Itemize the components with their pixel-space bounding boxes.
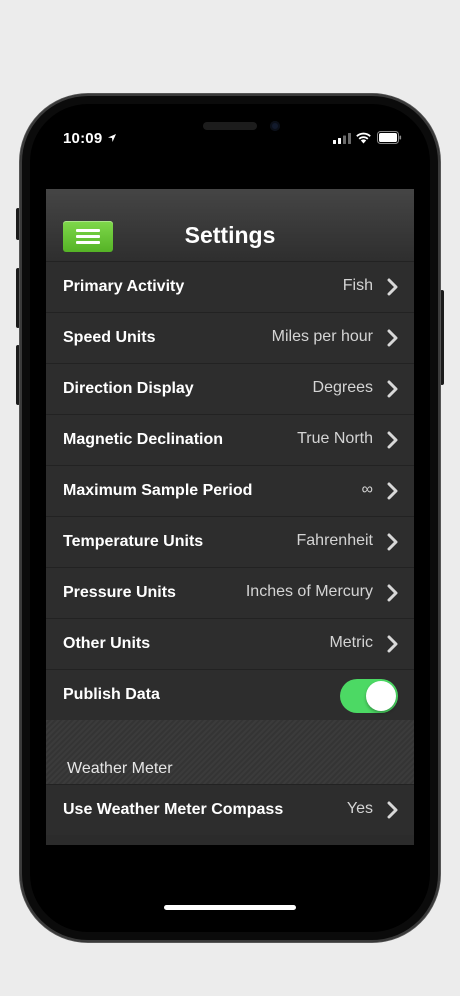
setting-value: True North (297, 430, 373, 447)
front-camera (270, 121, 280, 131)
setting-label: Maximum Sample Period (63, 482, 253, 499)
speaker-grille (203, 122, 257, 130)
chevron-right-icon (387, 431, 398, 449)
settings-screen: Settings Primary Activity Fish Speed Uni… (46, 189, 414, 845)
setting-value: Fish (342, 277, 373, 294)
setting-label: Other Units (63, 635, 151, 652)
setting-row-pressure-units[interactable]: Pressure Units Inches of Mercury (46, 567, 414, 618)
setting-row-temperature-units[interactable]: Temperature Units Fahrenheit (46, 516, 414, 567)
setting-label: Use Weather Meter Compass (63, 801, 284, 818)
setting-row-use-weather-meter-compass[interactable]: Use Weather Meter Compass Yes (46, 784, 414, 835)
setting-label: Temperature Units (63, 533, 204, 550)
chevron-right-icon (387, 329, 398, 347)
toggle-knob (366, 681, 396, 711)
section-title: Weather Meter (67, 760, 173, 777)
setting-value: Degrees (312, 379, 373, 396)
setting-label: Publish Data (63, 686, 160, 703)
chevron-right-icon (387, 533, 398, 551)
chevron-right-icon (387, 584, 398, 602)
setting-label: Primary Activity (63, 278, 185, 295)
setting-label: Magnetic Declination (63, 431, 224, 448)
wifi-icon (356, 132, 371, 144)
chevron-right-icon (387, 278, 398, 296)
setting-row-magnetic-declination[interactable]: Magnetic Declination True North (46, 414, 414, 465)
home-indicator[interactable] (164, 905, 296, 910)
status-time: 10:09 (63, 130, 103, 147)
setting-row-publish-data: Publish Data (46, 669, 414, 720)
setting-value: Miles per hour (271, 328, 373, 345)
setting-label: Direction Display (63, 380, 194, 397)
publish-data-toggle[interactable] (340, 679, 398, 713)
chevron-right-icon (387, 635, 398, 653)
chevron-right-icon (387, 482, 398, 500)
chevron-right-icon (387, 380, 398, 398)
setting-value: Inches of Mercury (245, 583, 373, 600)
setting-row-direction-display[interactable]: Direction Display Degrees (46, 363, 414, 414)
setting-row-speed-units[interactable]: Speed Units Miles per hour (46, 312, 414, 363)
setting-value: ∞ (361, 481, 373, 498)
cellular-signal-icon (333, 133, 351, 144)
location-arrow-icon (108, 134, 116, 142)
setting-row-maximum-sample-period[interactable]: Maximum Sample Period ∞ (46, 465, 414, 516)
setting-label: Speed Units (63, 329, 156, 346)
page-title: Settings (184, 222, 276, 248)
setting-value: Yes (346, 800, 373, 817)
setting-value: Metric (329, 634, 373, 651)
setting-label: Pressure Units (63, 584, 176, 601)
setting-row-other-units[interactable]: Other Units Metric (46, 618, 414, 669)
section-header-weather-meter: Weather Meter (46, 720, 414, 785)
power-button (440, 290, 444, 385)
setting-row-primary-activity[interactable]: Primary Activity Fish (46, 261, 414, 312)
setting-value: Fahrenheit (296, 532, 374, 549)
navigation-bar: Settings (46, 189, 414, 262)
battery-icon (377, 131, 402, 144)
chevron-right-icon (387, 801, 398, 819)
